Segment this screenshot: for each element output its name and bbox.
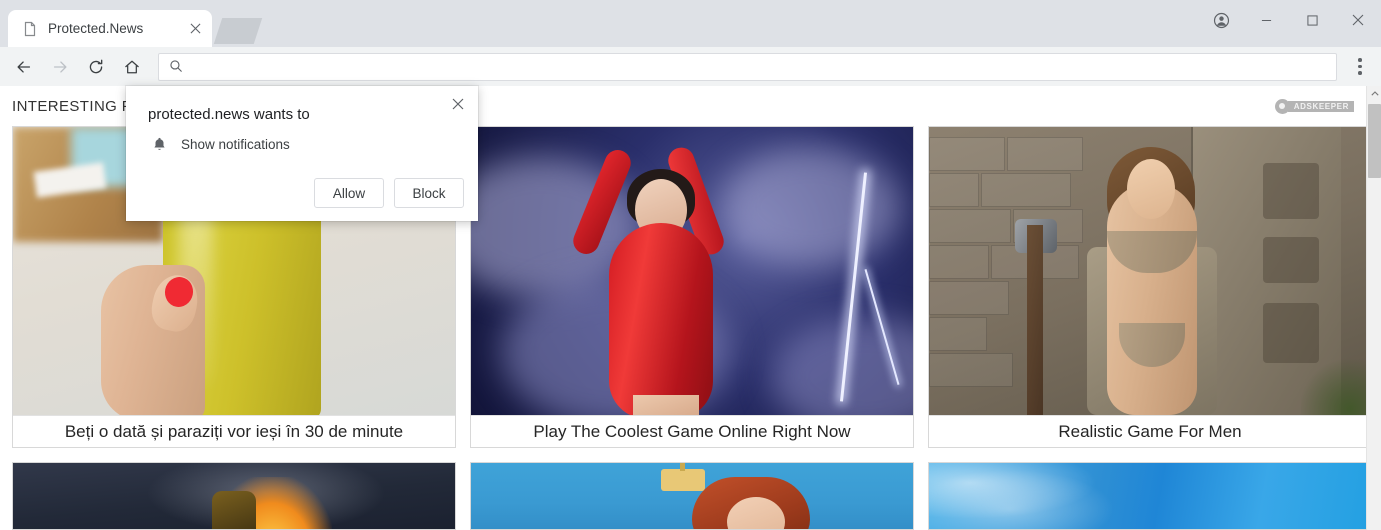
account-avatar-icon[interactable]	[1199, 0, 1243, 40]
ad-image-ruins	[929, 127, 1371, 415]
search-icon	[169, 59, 185, 75]
permission-dialog-title: protected.news wants to	[148, 106, 310, 123]
page-title: INTERESTING FO	[12, 97, 144, 115]
address-bar[interactable]	[158, 52, 1337, 81]
permission-request-row: Show notifications	[126, 123, 478, 153]
home-icon[interactable]	[117, 52, 147, 82]
adskeeper-label-wrap: ADSKEEPER	[1287, 100, 1354, 112]
page-scrollbar[interactable]	[1366, 86, 1381, 530]
ad-image-storm	[471, 127, 913, 415]
minimize-icon[interactable]	[1243, 0, 1289, 40]
ad-card[interactable]	[928, 462, 1372, 530]
ad-image-blue	[471, 463, 913, 529]
browser-window: Protected.News INTERESTING FO ADSKEEPER …	[0, 0, 1381, 530]
ad-card[interactable]	[12, 462, 456, 530]
back-arrow-icon[interactable]	[9, 52, 39, 82]
close-icon[interactable]	[186, 20, 204, 38]
chevron-up-icon[interactable]	[1367, 86, 1381, 102]
notification-permission-dialog: protected.news wants to Show notificatio…	[126, 86, 478, 221]
ad-title[interactable]: Realistic Game For Men	[929, 415, 1371, 447]
close-icon[interactable]	[446, 92, 470, 116]
window-close-icon[interactable]	[1335, 0, 1381, 40]
allow-button[interactable]: Allow	[314, 178, 384, 208]
ad-image-fire	[13, 463, 455, 529]
block-button[interactable]: Block	[394, 178, 464, 208]
ad-title[interactable]: Play The Coolest Game Online Right Now	[471, 415, 913, 447]
page-icon	[22, 21, 38, 37]
ad-card[interactable]: Realistic Game For Men	[928, 126, 1372, 448]
adskeeper-label: ADSKEEPER	[1293, 101, 1349, 111]
browser-tab[interactable]: Protected.News	[8, 10, 212, 47]
browser-toolbar	[0, 47, 1381, 86]
ad-card[interactable]	[470, 462, 914, 530]
permission-actions: Allow Block	[314, 178, 464, 208]
tab-title: Protected.News	[48, 21, 144, 36]
tab-strip: Protected.News	[0, 0, 1381, 47]
maximize-icon[interactable]	[1289, 0, 1335, 40]
new-tab-button[interactable]	[213, 18, 263, 44]
permission-label: Show notifications	[181, 137, 290, 152]
ad-grid-row-2	[12, 462, 1372, 530]
bell-icon	[151, 136, 168, 153]
adskeeper-logo[interactable]: ADSKEEPER	[1274, 98, 1354, 114]
window-controls	[1199, 0, 1381, 40]
ad-image-water	[929, 463, 1371, 529]
reload-icon[interactable]	[81, 52, 111, 82]
ad-title[interactable]: Beți o dată și paraziți vor ieși în 30 d…	[13, 415, 455, 447]
three-dot-menu-icon[interactable]	[1345, 52, 1375, 82]
ad-card[interactable]: Play The Coolest Game Online Right Now	[470, 126, 914, 448]
forward-arrow-icon[interactable]	[45, 52, 75, 82]
scrollbar-thumb[interactable]	[1368, 104, 1381, 178]
